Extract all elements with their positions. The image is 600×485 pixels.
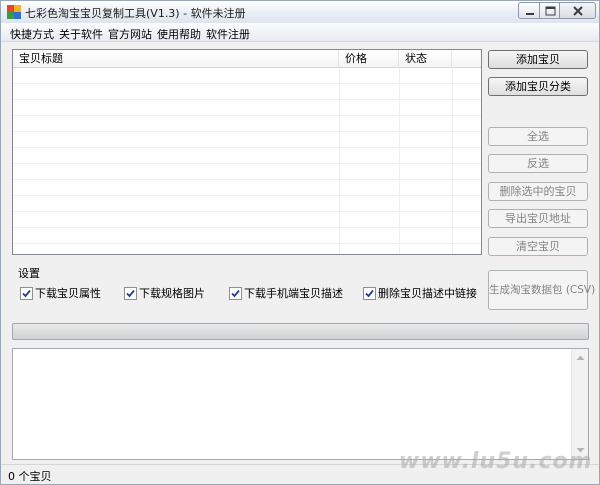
progress-bar (12, 323, 589, 340)
scroll-up-icon[interactable] (575, 353, 586, 362)
column-divider (399, 68, 400, 254)
clear-items-button[interactable]: 清空宝贝 (488, 237, 588, 256)
app-logo-icon (7, 5, 21, 19)
close-icon (573, 6, 583, 16)
checkbox[interactable] (124, 287, 137, 300)
table-row[interactable] (13, 116, 481, 132)
window-title: 七彩色淘宝宝贝复制工具(V1.3) - 软件未注册 (25, 7, 246, 20)
add-category-button[interactable]: 添加宝贝分类 (488, 77, 588, 96)
checkmark-icon (126, 289, 135, 298)
maximize-icon (545, 6, 556, 16)
table-row[interactable] (13, 100, 481, 116)
menu-item-website[interactable]: 官方网站 (108, 26, 152, 42)
checkbox-label: 删除宝贝描述中链接 (378, 287, 477, 300)
generate-package-button[interactable]: 生成淘宝数据包 (CSV) (488, 270, 595, 310)
table-row[interactable] (13, 244, 481, 254)
checkbox-label: 下载规格图片 (139, 287, 205, 300)
checkbox-label: 下载手机端宝贝描述 (244, 287, 343, 300)
log-textbox[interactable] (12, 348, 589, 460)
item-list[interactable]: 宝贝标题 价格 状态 (12, 49, 482, 255)
app-window: 七彩色淘宝宝贝复制工具(V1.3) - 软件未注册 快捷方式 关于软件 官方网站… (0, 0, 600, 485)
minimize-icon (526, 13, 534, 15)
column-header-status[interactable]: 状态 (399, 50, 452, 68)
checkbox-label: 下载宝贝属性 (35, 287, 101, 300)
list-header: 宝贝标题 价格 状态 (13, 50, 481, 68)
table-row[interactable] (13, 212, 481, 228)
table-row[interactable] (13, 84, 481, 100)
column-header-price[interactable]: 价格 (339, 50, 399, 68)
export-urls-button[interactable]: 导出宝贝地址 (488, 209, 588, 228)
table-row[interactable] (13, 196, 481, 212)
invert-selection-button[interactable]: 反选 (488, 154, 588, 173)
select-all-button[interactable]: 全选 (488, 127, 588, 146)
table-row[interactable] (13, 180, 481, 196)
checkbox[interactable] (363, 287, 376, 300)
title-bar[interactable]: 七彩色淘宝宝贝复制工具(V1.3) - 软件未注册 (1, 1, 599, 23)
menu-item-help[interactable]: 使用帮助 (157, 26, 201, 42)
close-button[interactable] (559, 2, 596, 19)
column-divider (339, 68, 340, 254)
menu-bar: 快捷方式 关于软件 官方网站 使用帮助 软件注册 (1, 23, 599, 42)
log-scrollbar[interactable] (571, 349, 588, 459)
table-row[interactable] (13, 164, 481, 180)
menu-item-register[interactable]: 软件注册 (206, 26, 250, 42)
delete-selected-button[interactable]: 删除选中的宝贝 (488, 182, 588, 201)
minimize-button[interactable] (518, 2, 540, 19)
maximize-button[interactable] (539, 2, 560, 19)
checkbox[interactable] (20, 287, 33, 300)
checkmark-icon (231, 289, 240, 298)
menu-item-shortcuts[interactable]: 快捷方式 (10, 26, 54, 42)
table-row[interactable] (13, 68, 481, 84)
settings-label: 设置 (18, 267, 40, 280)
item-count: 0 个宝贝 (8, 470, 52, 483)
table-row[interactable] (13, 132, 481, 148)
checkmark-icon (22, 289, 31, 298)
table-row[interactable] (13, 228, 481, 244)
watermark: www.lu5u.com (399, 449, 593, 474)
column-divider (452, 68, 453, 254)
checkmark-icon (365, 289, 374, 298)
add-item-button[interactable]: 添加宝贝 (488, 50, 588, 69)
column-header-title[interactable]: 宝贝标题 (13, 50, 339, 68)
menu-item-about[interactable]: 关于软件 (59, 26, 103, 42)
table-row[interactable] (13, 148, 481, 164)
checkbox[interactable] (229, 287, 242, 300)
